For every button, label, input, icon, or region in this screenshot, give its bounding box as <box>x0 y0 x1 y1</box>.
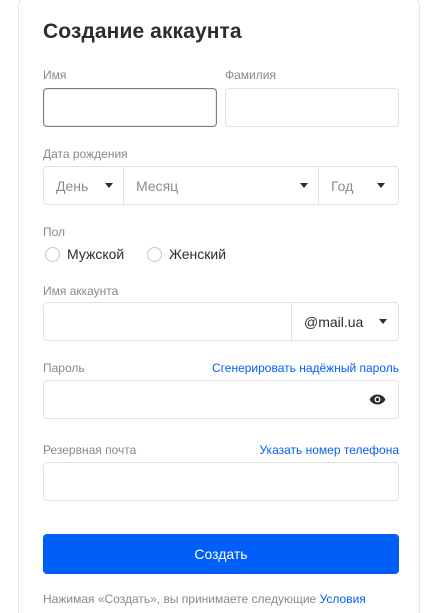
password-field[interactable] <box>43 380 399 419</box>
gender-radio-male[interactable]: Мужской <box>45 246 124 262</box>
birth-year-placeholder: Год <box>331 177 354 194</box>
birthdate-group: День Месяц Год <box>43 166 399 205</box>
first-name-field[interactable] <box>43 88 217 127</box>
terms-text: Нажимая «Создать», вы принимаете следующ… <box>43 592 366 606</box>
page-title: Создание аккаунта <box>43 20 242 43</box>
backup-email-label: Резервная почта <box>43 443 137 457</box>
radio-circle[interactable] <box>147 246 162 262</box>
terms-prefix: Нажимая «Создать», вы принимаете следующ… <box>43 592 320 606</box>
last-name-field[interactable] <box>225 88 399 127</box>
backup-email-field[interactable] <box>43 462 399 501</box>
account-name-field[interactable]: @mail.ua <box>43 302 399 341</box>
birth-day-select[interactable]: День <box>44 167 124 204</box>
eye-icon[interactable] <box>369 393 386 406</box>
create-button[interactable]: Создать <box>43 534 399 574</box>
birth-month-placeholder: Месяц <box>136 177 179 194</box>
chevron-down-icon <box>105 183 113 188</box>
domain-value: @mail.ua <box>304 313 364 330</box>
chevron-down-icon <box>300 183 308 188</box>
account-name-label: Имя аккаунта <box>43 284 119 298</box>
radio-circle[interactable] <box>45 246 60 262</box>
gender-female-label: Женский <box>169 246 227 262</box>
gender-label: Пол <box>43 225 66 239</box>
add-phone-link[interactable]: Указать номер телефона <box>259 443 399 457</box>
gender-radio-female[interactable]: Женский <box>147 246 226 262</box>
birth-year-select[interactable]: Год <box>319 167 398 204</box>
generate-password-link[interactable]: Сгенерировать надёжный пароль <box>212 361 399 375</box>
domain-select[interactable]: @mail.ua <box>291 303 398 340</box>
chevron-down-icon <box>379 319 387 324</box>
birth-day-placeholder: День <box>56 177 89 194</box>
gender-male-label: Мужской <box>67 246 125 262</box>
terms-link[interactable]: Условия <box>320 592 366 606</box>
last-name-label: Фамилия <box>225 68 276 82</box>
birth-month-select[interactable]: Месяц <box>124 167 319 204</box>
birthdate-label: Дата рождения <box>43 147 128 161</box>
password-label: Пароль <box>43 361 85 375</box>
first-name-label: Имя <box>43 68 67 82</box>
chevron-down-icon <box>377 183 385 188</box>
